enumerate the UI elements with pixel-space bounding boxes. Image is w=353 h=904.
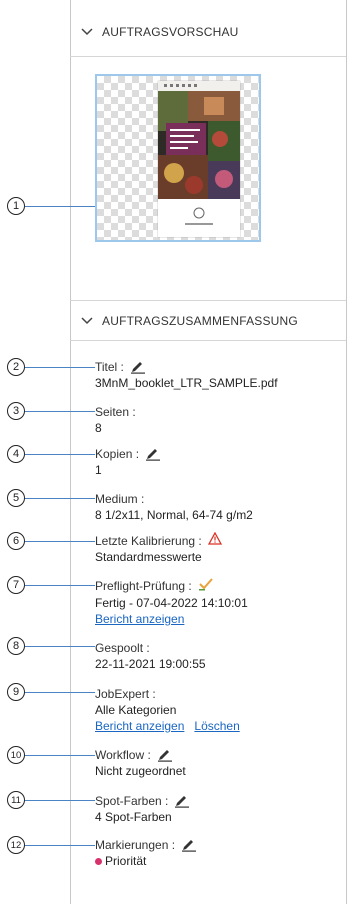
leader-line [25,367,95,368]
spooled-field: Gespoolt : 22-11-2021 19:00:55 [95,640,206,672]
callout-1: 1 [7,197,25,215]
edit-workflow-pencil-icon[interactable] [157,748,173,762]
workflow-value: Nicht zugeordnet [95,764,186,778]
leader-line [25,845,95,846]
jobexpert-delete-link[interactable]: Löschen [194,718,239,734]
chevron-down-icon [80,25,94,39]
edit-spot-colors-pencil-icon[interactable] [174,794,190,808]
leader-line [25,454,95,455]
divider [70,340,346,341]
media-value: 8 1/2x11, Normal, 64-74 g/m2 [95,508,253,522]
media-field: Medium : 8 1/2x11, Normal, 64-74 g/m2 [95,491,253,523]
preflight-field: Preflight-Prüfung : Fertig - 07-04-2022 … [95,577,248,627]
leader-line [25,411,95,412]
copies-label: Kopien : [95,447,140,461]
pages-label: Seiten : [95,405,136,419]
job-preview-thumbnail[interactable] [95,74,261,242]
copies-value: 1 [95,463,102,477]
callout-7: 7 [7,576,25,594]
markings-value: Priorität [105,854,147,868]
preflight-report-link[interactable]: Bericht anzeigen [95,611,248,627]
callout-5: 5 [7,489,25,507]
spot-colors-label: Spot-Farben : [95,794,169,808]
title-field: Titel : 3MnM_booklet_LTR_SAMPLE.pdf [95,359,278,391]
callout-3: 3 [7,402,25,420]
divider [70,56,346,57]
leader-line [25,800,95,801]
jobexpert-label: JobExpert : [95,687,156,701]
summary-section-header[interactable]: AUFTRAGSZUSAMMENFASSUNG [70,303,346,339]
callout-2: 2 [7,358,25,376]
leader-line [25,541,95,542]
pages-value: 8 [95,421,102,435]
edit-markings-pencil-icon[interactable] [181,838,197,852]
workflow-label: Workflow : [95,748,151,762]
edit-copies-pencil-icon[interactable] [145,447,161,461]
jobexpert-report-link[interactable]: Bericht anzeigen [95,718,184,734]
calibration-value: Standardmesswerte [95,550,202,564]
preflight-label: Preflight-Prüfung : [95,579,192,593]
title-label: Titel : [95,360,124,374]
callout-6: 6 [7,532,25,550]
preview-section-title: AUFTRAGSVORSCHAU [102,25,239,39]
leader-line [25,585,95,586]
booklet-cover [158,81,240,237]
preflight-check-icon[interactable] [198,577,214,595]
callout-11: 11 [7,791,25,809]
callout-9: 9 [7,683,25,701]
divider [70,300,346,301]
edit-title-pencil-icon[interactable] [130,360,146,374]
pages-field: Seiten : 8 [95,404,136,436]
workflow-field: Workflow : Nicht zugeordnet [95,747,186,779]
leader-line [25,206,95,207]
jobexpert-field: JobExpert : Alle Kategorien Bericht anze… [95,686,240,734]
leader-line [25,498,95,499]
spooled-value: 22-11-2021 19:00:55 [95,657,206,671]
copies-field: Kopien : 1 [95,446,161,478]
spot-colors-field: Spot-Farben : 4 Spot-Farben [95,793,190,825]
preview-section-header[interactable]: AUFTRAGSVORSCHAU [70,14,346,50]
spooled-label: Gespoolt : [95,641,150,655]
callout-8: 8 [7,637,25,655]
callout-4: 4 [7,445,25,463]
calibration-field: Letzte Kalibrierung : Standardmesswerte [95,531,222,565]
callout-12: 12 [7,836,25,854]
spot-colors-value: 4 Spot-Farben [95,810,172,824]
chevron-down-icon [80,314,94,328]
summary-section-title: AUFTRAGSZUSAMMENFASSUNG [102,314,298,328]
title-value: 3MnM_booklet_LTR_SAMPLE.pdf [95,376,278,390]
calibration-label: Letzte Kalibrierung : [95,533,202,548]
leader-line [25,646,95,647]
jobexpert-value: Alle Kategorien [95,703,177,717]
markings-label: Markierungen : [95,838,176,852]
panel-edge [346,0,347,904]
priority-dot-icon [95,858,102,866]
leader-line [25,755,95,756]
media-label: Medium : [95,492,145,506]
leader-line [25,692,95,693]
callout-10: 10 [7,746,25,764]
warning-icon[interactable] [207,531,222,549]
preflight-value: Fertig - 07-04-2022 14:10:01 [95,596,248,610]
markings-field: Markierungen : Priorität [95,837,197,869]
